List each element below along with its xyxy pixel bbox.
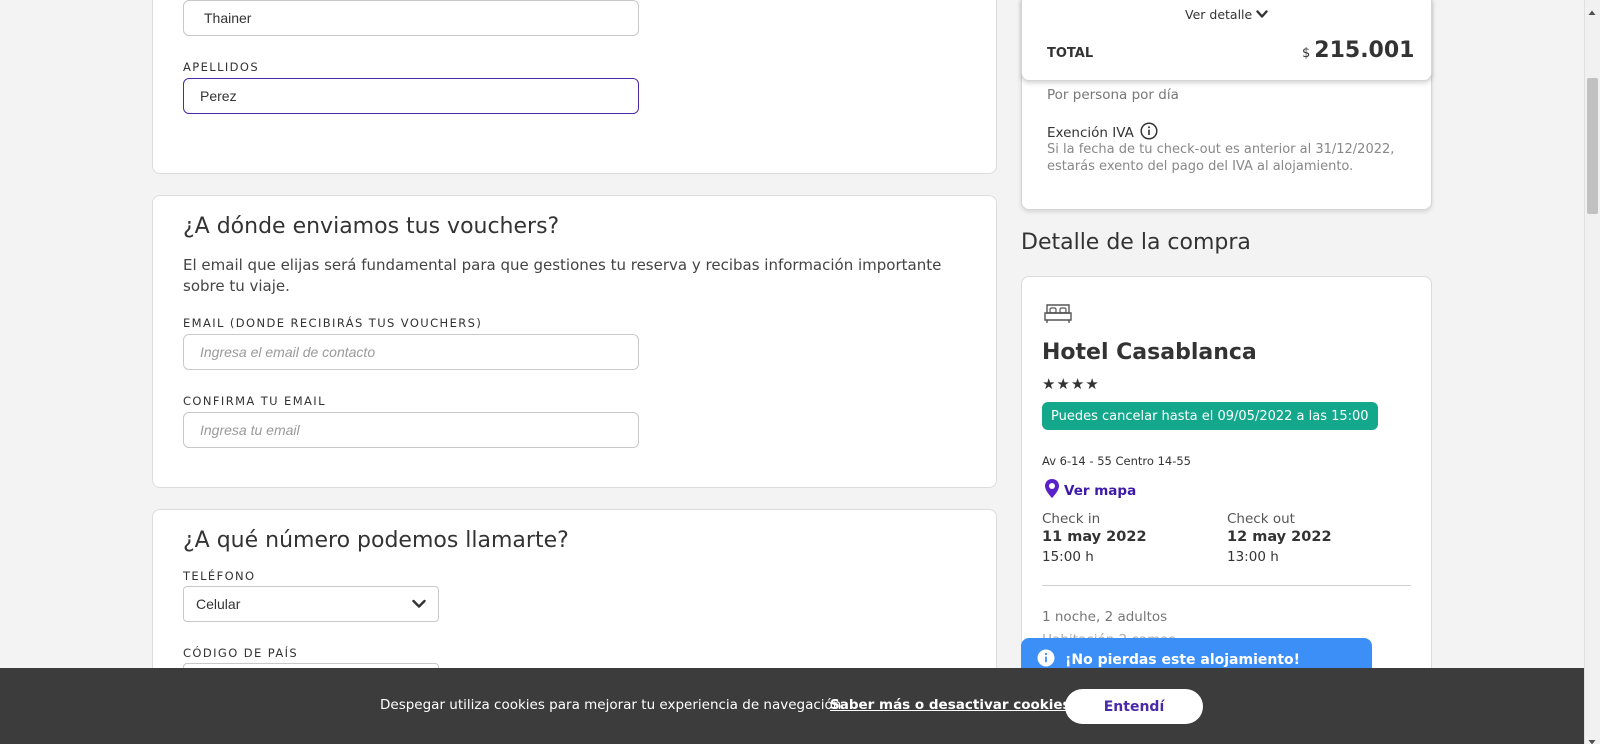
scroll-down-arrow-icon[interactable] [1587,731,1597,744]
checkin-time: 15:00 h [1042,549,1094,565]
phone-section-title: ¿A qué número podemos llamarte? [183,528,569,553]
hotel-address: Av 6-14 - 55 Centro 14-55 [1042,454,1191,468]
iva-title: Exención IVA [1047,122,1158,144]
ver-detalle-toggle[interactable]: Ver detalle [1185,7,1268,22]
toast-text: ¡No pierdas este alojamiento! [1065,652,1301,668]
total-value: 215.001 [1314,38,1415,63]
accept-cookies-button[interactable]: Entendí [1065,689,1203,724]
total-price: $ 215.001 [1302,38,1414,63]
per-person-text: Por persona por día [1047,87,1179,103]
currency-symbol: $ [1302,46,1311,61]
phone-type-select[interactable]: Celular [183,586,439,622]
email-section-title: ¿A dónde enviamos tus vouchers? [183,214,560,239]
checkout-date: 12 may 2022 [1227,529,1332,545]
chevron-down-icon [412,596,426,612]
phone-type-value: Celular [196,596,241,612]
checkin-label: Check in [1042,511,1101,527]
confirm-email-placeholder: Ingresa tu email [200,422,300,438]
iva-title-text: Exención IVA [1047,125,1134,141]
cookie-settings-link[interactable]: Saber más o desactivar cookies. [830,697,1076,713]
last-name-input[interactable]: Perez [183,78,639,114]
confirm-email-label: CONFIRMA TU EMAIL [183,394,326,408]
total-label: TOTAL [1047,46,1094,61]
email-label: EMAIL (DONDE RECIBIRÁS TUS VOUCHERS) [183,316,483,330]
purchase-detail-title: Detalle de la compra [1021,230,1251,255]
map-pin-icon [1044,478,1060,503]
hotel-name: Hotel Casablanca [1042,340,1257,365]
bed-icon [1044,301,1072,329]
country-code-label: CÓDIGO DE PAÍS [183,646,299,660]
scroll-up-arrow-icon[interactable] [1587,2,1597,15]
checkin-date: 11 may 2022 [1042,529,1147,545]
first-name-value: Thainer [204,10,252,26]
checkout-time: 13:00 h [1227,549,1279,565]
stay-summary: 1 noche, 2 adultos [1042,609,1168,625]
map-link-label: Ver mapa [1064,482,1137,499]
ver-detalle-label: Ver detalle [1185,7,1253,22]
chevron-down-icon [1256,7,1268,22]
info-icon[interactable] [1140,122,1158,144]
cookie-text: Despegar utiliza cookies para mejorar tu… [380,697,846,713]
last-name-label: APELLIDOS [183,60,260,74]
first-name-input[interactable]: Thainer [183,0,639,36]
phone-label: TELÉFONO [183,569,256,583]
email-placeholder: Ingresa el email de contacto [200,344,376,360]
confirm-email-input[interactable]: Ingresa tu email [183,412,639,448]
cancel-badge: Puedes cancelar hasta el 09/05/2022 a la… [1042,402,1378,430]
checkout-label: Check out [1227,511,1295,527]
divider [1042,585,1411,586]
email-section-description: El email que elijas será fundamental par… [183,256,942,295]
iva-text: Si la fecha de tu check-out es anterior … [1047,142,1395,174]
email-input[interactable]: Ingresa el email de contacto [183,334,639,370]
scrollbar-thumb[interactable] [1587,78,1598,214]
hotel-stars: ★★★★ [1042,375,1100,393]
map-link[interactable]: Ver mapa [1044,478,1136,503]
last-name-value: Perez [200,88,237,104]
